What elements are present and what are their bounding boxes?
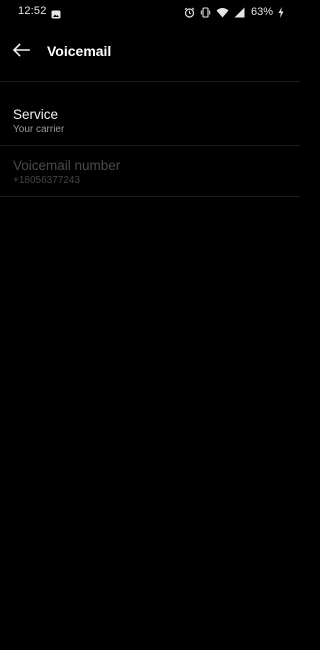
signal-icon <box>234 7 245 18</box>
image-notification-icon <box>51 6 61 19</box>
arrow-left-icon <box>12 42 30 62</box>
divider <box>0 81 300 82</box>
status-time: 12:52 <box>18 5 47 17</box>
vibrate-icon <box>200 6 211 18</box>
divider <box>0 196 300 197</box>
voicemail-number-preference: Voicemail number +18056377243 <box>0 147 300 197</box>
back-button[interactable] <box>4 35 38 69</box>
divider <box>0 145 300 146</box>
status-icons: 63% <box>184 5 284 19</box>
pref-title: Service <box>13 107 59 122</box>
alarm-icon <box>184 7 195 18</box>
pref-summary: +18056377243 <box>13 175 81 186</box>
pref-title: Voicemail number <box>13 158 121 173</box>
wifi-icon <box>216 7 229 18</box>
status-bar: 12:52 63% <box>0 0 300 24</box>
service-preference[interactable]: Service Your carrier <box>0 96 300 146</box>
pref-summary: Your carrier <box>13 124 65 135</box>
battery-percent: 63% <box>250 6 273 18</box>
page-title: Voicemail <box>47 43 112 59</box>
app-bar: Voicemail <box>0 24 300 81</box>
bolt-icon <box>278 6 284 18</box>
